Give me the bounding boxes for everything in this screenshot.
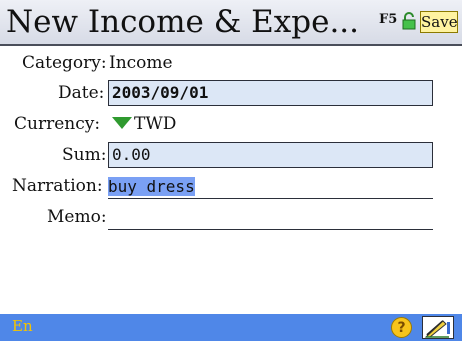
title-bar: New Income & Expe... F5 Save bbox=[0, 0, 462, 46]
help-icon[interactable]: ? bbox=[391, 317, 412, 338]
unlock-icon[interactable] bbox=[402, 12, 416, 30]
memo-label: Memo: bbox=[47, 207, 107, 227]
date-label: Date: bbox=[58, 83, 105, 103]
category-label: Category: bbox=[22, 53, 107, 73]
bottom-toolbar: En ? bbox=[0, 314, 462, 341]
save-button[interactable]: Save bbox=[420, 11, 458, 33]
currency-value[interactable]: TWD bbox=[134, 113, 176, 135]
currency-dropdown-icon[interactable] bbox=[112, 117, 132, 129]
date-field[interactable]: 2003/09/01 bbox=[108, 80, 433, 106]
memo-field[interactable] bbox=[108, 206, 433, 228]
input-mode-indicator[interactable]: En bbox=[12, 317, 33, 335]
narration-underline bbox=[108, 198, 433, 199]
narration-field[interactable]: buy dress bbox=[108, 176, 195, 198]
narration-selected-text: buy dress bbox=[108, 177, 195, 196]
category-value[interactable]: Income bbox=[109, 52, 173, 74]
memo-underline bbox=[108, 229, 433, 230]
currency-label: Currency: bbox=[14, 114, 101, 134]
f5-shortcut-label: F5 bbox=[379, 12, 398, 27]
page-title: New Income & Expe... bbox=[6, 4, 360, 40]
sum-label: Sum: bbox=[62, 145, 107, 165]
handwriting-icon[interactable] bbox=[422, 316, 454, 339]
narration-label: Narration: bbox=[12, 176, 103, 196]
sum-field[interactable]: 0.00 bbox=[108, 142, 433, 168]
